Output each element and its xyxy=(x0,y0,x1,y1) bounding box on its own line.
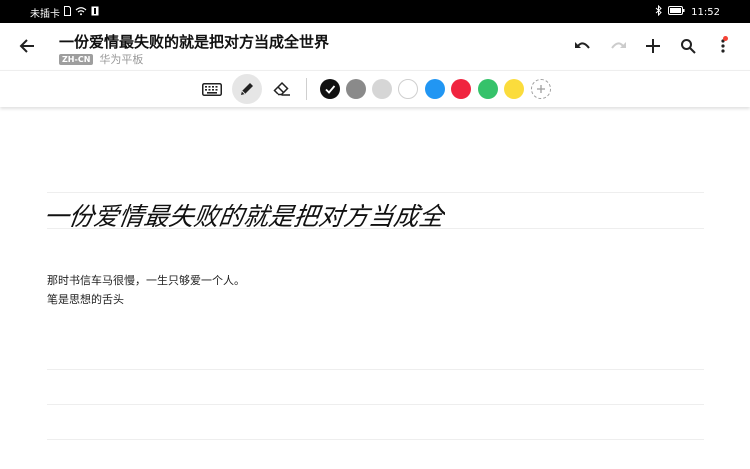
note-text-line[interactable]: 笔是思想的舌头 xyxy=(47,291,124,307)
search-icon xyxy=(680,39,696,54)
ruled-line xyxy=(47,439,704,440)
color-swatch-black[interactable] xyxy=(320,79,340,99)
eraser-icon xyxy=(273,81,290,96)
language-badge[interactable]: ZH-CN xyxy=(59,53,94,65)
ruled-line xyxy=(47,369,704,370)
handwritten-text: 一份爱情最失败的就是把对方当成全世界 xyxy=(45,202,445,231)
search-button[interactable] xyxy=(670,33,705,59)
bluetooth-icon xyxy=(655,4,662,19)
add-color-icon xyxy=(537,85,545,93)
handwriting-strokes: 一份爱情最失败的就是把对方当成全世界 xyxy=(42,202,498,231)
toolbar-divider xyxy=(306,78,307,100)
checkmark-icon xyxy=(325,85,336,94)
keyboard-icon xyxy=(202,82,222,96)
carrier-label: 未插卡 xyxy=(30,9,60,20)
eraser-tool-button[interactable] xyxy=(267,74,297,104)
keyboard-tool-button[interactable] xyxy=(197,74,227,104)
handwritten-ink[interactable]: 一份爱情最失败的就是把对方当成全世界 xyxy=(42,195,498,241)
notification-icon xyxy=(91,6,99,19)
add-icon xyxy=(645,39,660,53)
color-swatch-red[interactable] xyxy=(451,79,471,99)
color-swatch-blue[interactable] xyxy=(425,79,445,99)
pen-tool-button[interactable] xyxy=(232,74,262,104)
battery-icon xyxy=(668,6,685,18)
pen-icon xyxy=(241,83,253,95)
undo-button[interactable] xyxy=(565,33,600,59)
app-actions xyxy=(565,33,740,59)
undo-icon xyxy=(574,42,590,49)
notebook-name[interactable]: 华为平板 xyxy=(99,51,143,67)
ruled-line xyxy=(47,404,704,405)
redo-button[interactable] xyxy=(600,33,635,59)
notification-dot xyxy=(723,36,728,41)
page-title[interactable]: 一份爱情最失败的就是把对方当成全世界 xyxy=(59,31,329,52)
redo-icon xyxy=(610,42,626,49)
clock: 11:52 xyxy=(691,6,720,18)
note-canvas[interactable]: 一份爱情最失败的就是把对方当成全世界 那时书信车马很慢，一生只够爱一个人。 笔是… xyxy=(0,107,750,469)
note-text-line[interactable]: 那时书信车马很慢，一生只够爱一个人。 xyxy=(47,272,245,288)
wifi-icon xyxy=(75,6,87,19)
color-swatch-light-gray[interactable] xyxy=(372,79,392,99)
add-button[interactable] xyxy=(635,33,670,59)
sim-card-icon xyxy=(64,6,71,19)
more-options-button[interactable] xyxy=(705,33,740,59)
ruled-line xyxy=(47,192,704,193)
status-bar: 未插卡 11:52 xyxy=(0,0,750,23)
add-color-button[interactable] xyxy=(531,79,551,99)
arrow-back-icon xyxy=(19,39,34,53)
color-swatch-gray[interactable] xyxy=(346,79,366,99)
color-swatch-green[interactable] xyxy=(478,79,498,99)
color-swatch-white[interactable] xyxy=(398,79,418,99)
note-meta: ZH-CN 华为平板 xyxy=(59,51,143,67)
back-button[interactable] xyxy=(14,33,40,59)
app-bar: 一份爱情最失败的就是把对方当成全世界 ZH-CN 华为平板 xyxy=(0,23,750,70)
drawing-toolbar xyxy=(0,70,750,107)
color-swatch-yellow[interactable] xyxy=(504,79,524,99)
